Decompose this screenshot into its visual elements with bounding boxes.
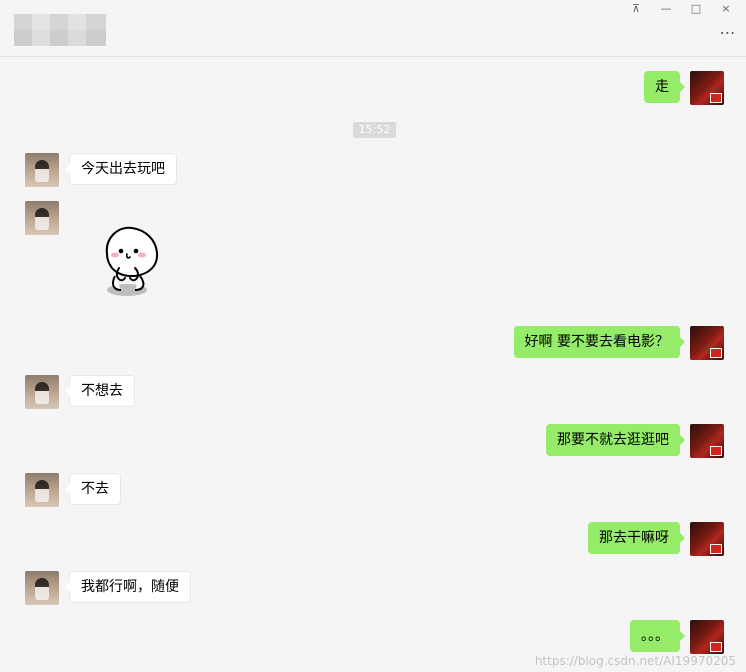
message-row [25, 201, 59, 235]
friend-avatar[interactable] [25, 473, 59, 507]
chat-header: ⊼ — □ × ⋯ [0, 0, 746, 57]
friend-avatar[interactable] [25, 571, 59, 605]
friend-message-bubble[interactable]: 不去 [65, 473, 121, 505]
my-avatar[interactable] [690, 620, 724, 654]
message-row: 我都行啊，随便 [25, 571, 191, 605]
my-message-bubble[interactable]: 那去干嘛呀 [588, 522, 685, 554]
chat-title-blurred [14, 14, 106, 46]
my-message-bubble[interactable]: 走 [644, 71, 685, 103]
watermark-text: https://blog.csdn.net/AI19970205 [534, 654, 736, 668]
message-row: 那去干嘛呀 [588, 522, 724, 556]
friend-message-bubble[interactable]: 不想去 [65, 375, 135, 407]
minimize-button[interactable]: — [654, 0, 678, 16]
friend-avatar[interactable] [25, 201, 59, 235]
friend-avatar[interactable] [25, 153, 59, 187]
message-row: 不去 [25, 473, 121, 507]
my-avatar[interactable] [690, 326, 724, 360]
timestamp: 15:52 [353, 122, 396, 138]
my-avatar[interactable] [690, 522, 724, 556]
my-avatar[interactable] [690, 71, 724, 105]
pin-icon[interactable]: ⊼ [624, 0, 648, 16]
message-row: 走 [644, 71, 724, 105]
my-avatar[interactable] [690, 424, 724, 458]
friend-message-bubble[interactable]: 我都行啊，随便 [65, 571, 191, 603]
my-message-bubble[interactable]: 。。。 [630, 620, 685, 652]
close-button[interactable]: × [714, 0, 738, 16]
friend-message-bubble[interactable]: 今天出去玩吧 [65, 153, 177, 185]
message-row: 那要不就去逛逛吧 [546, 424, 724, 458]
message-row: 。。。 [630, 620, 724, 654]
message-row: 今天出去玩吧 [25, 153, 177, 187]
maximize-button[interactable]: □ [684, 0, 708, 16]
my-message-bubble[interactable]: 那要不就去逛逛吧 [546, 424, 685, 456]
message-row: 好啊 要不要去看电影？ [513, 326, 724, 360]
my-message-bubble[interactable]: 好啊 要不要去看电影？ [513, 326, 686, 358]
message-row: 不想去 [25, 375, 135, 409]
friend-avatar[interactable] [25, 375, 59, 409]
sticker-icon[interactable] [95, 220, 163, 300]
more-options-icon[interactable]: ⋯ [716, 25, 740, 41]
